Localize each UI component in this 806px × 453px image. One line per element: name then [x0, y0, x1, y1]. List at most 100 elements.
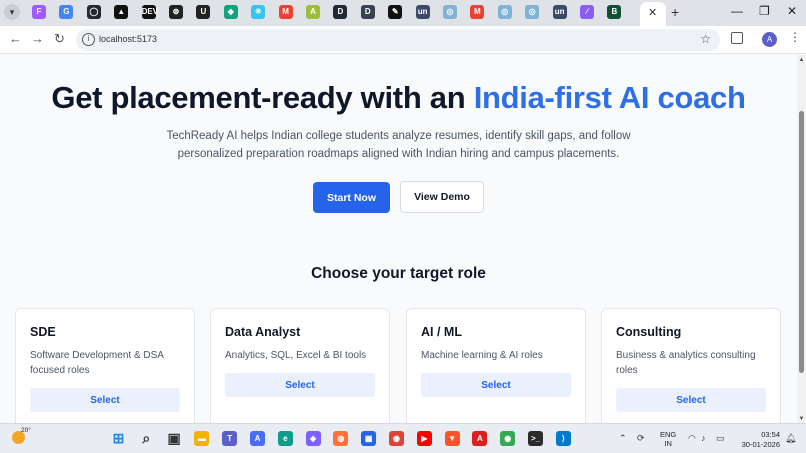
select-consulting-button[interactable]: Select — [616, 388, 766, 412]
role-card-description: Business & analytics consulting roles — [616, 350, 756, 376]
copilot-icon[interactable]: ◆ — [305, 431, 321, 446]
role-card-title: AI / ML — [421, 325, 462, 339]
role-card-ai-ml: AI / ML Machine learning & AI roles Sele… — [406, 308, 586, 423]
start-icon[interactable]: ⊞ — [111, 431, 126, 446]
clock-time: 03:54 — [761, 430, 780, 439]
roles-heading: Choose your target role — [311, 265, 486, 282]
sync-icon[interactable]: ⟳ — [637, 433, 645, 444]
pen-tab-favicon-icon[interactable]: ✎ — [388, 5, 403, 19]
back-icon[interactable]: ← — [9, 31, 22, 46]
store-icon[interactable]: ▦ — [361, 431, 377, 446]
google-tab-favicon-icon[interactable]: G — [59, 5, 74, 19]
chrome-icon[interactable]: ◉ — [389, 431, 404, 446]
dev-tab-favicon-icon[interactable]: DEV — [141, 5, 158, 19]
notion-tab-favicon-icon[interactable]: U — [196, 5, 211, 19]
acrobat-icon[interactable]: A — [472, 431, 488, 446]
hero-title-main: Get placement-ready with an — [51, 80, 466, 115]
role-card-title: Consulting — [616, 325, 682, 339]
role-card-description: Analytics, SQL, Excel & BI tools — [225, 350, 367, 361]
role-card-description: Machine learning & AI roles — [421, 350, 543, 361]
gmail-tab-favicon-icon[interactable]: M — [278, 5, 293, 19]
search-icon[interactable]: ⌕ — [139, 431, 154, 446]
close-tab-icon[interactable]: ✕ — [648, 6, 657, 19]
scrollbar-thumb[interactable] — [799, 111, 804, 373]
role-card-data-analyst: Data Analyst Analytics, SQL, Excel & BI … — [210, 308, 390, 423]
select-data-analyst-button[interactable]: Select — [225, 373, 375, 397]
page-content: Get placement-ready with an India-first … — [0, 55, 797, 423]
select-sde-button[interactable]: Select — [30, 388, 180, 412]
ai-tab-favicon-icon[interactable]: ∕ — [580, 5, 594, 19]
active-tab[interactable]: ✕ — [640, 2, 666, 26]
battery-icon[interactable]: ▭ — [716, 433, 725, 444]
file-explorer-icon[interactable]: ▬ — [194, 431, 210, 446]
page-scrollbar[interactable]: ▲ ▼ — [797, 55, 806, 423]
d-tab-favicon-icon[interactable]: D — [333, 5, 348, 19]
view-demo-button[interactable]: View Demo — [400, 181, 484, 213]
restore-button[interactable]: ❐ — [759, 4, 770, 18]
chrome-active-icon[interactable]: ◉ — [500, 431, 516, 446]
scroll-up-icon[interactable]: ▲ — [797, 57, 806, 63]
wifi-icon[interactable]: ◠ — [688, 433, 696, 444]
windows-taskbar: 20° ⊞ ⌕ ▣ ▬ T Ae ◆ ◍ ▦ ◉ ▶ ▼ A ◉ >_ ⟩ ⌃ ⟳ ENG IN ◠ ♪ ▭ … — [0, 423, 806, 453]
region-code: IN — [664, 439, 672, 448]
role-card-description: Software Development & DSA focused roles — [30, 350, 164, 376]
new-tab-button[interactable]: + — [671, 4, 679, 20]
poster-tab-favicon-icon[interactable]: A — [306, 5, 320, 19]
weather-temperature[interactable]: 20° — [21, 427, 31, 434]
notifications-icon[interactable]: 🔔︎ — [785, 433, 796, 444]
firefox-icon[interactable]: ◍ — [333, 431, 349, 446]
un2-tab-favicon-icon[interactable]: un — [552, 5, 567, 19]
browser-menu-icon[interactable]: ⋮ — [789, 30, 801, 44]
github-tab-favicon-icon[interactable]: ◯ — [86, 5, 101, 19]
gem-tab-favicon-icon[interactable]: ◆ — [223, 5, 238, 19]
browser-toolbar: ← → ↻ i localhost:5173 ☆ A ⋮ — [0, 26, 806, 54]
vercel-tab-favicon-icon[interactable]: ▲ — [114, 5, 129, 19]
hero-title-accent: India-first AI coach — [473, 80, 746, 115]
role-card-consulting: Consulting Business & analytics consulti… — [601, 308, 781, 423]
gmail2-tab-favicon-icon[interactable]: M — [470, 5, 485, 19]
select-ai-ml-button[interactable]: Select — [421, 373, 571, 397]
close-window-button[interactable]: ✕ — [787, 4, 797, 18]
hero-subtitle: TechReady AI helps Indian college studen… — [166, 130, 631, 160]
web3-tab-favicon-icon[interactable]: ◎ — [525, 5, 540, 19]
hero-title: Get placement-ready with an India-first … — [0, 80, 797, 116]
language-code: ENG — [660, 430, 677, 439]
task-view-icon[interactable]: ▣ — [167, 431, 182, 446]
volume-icon[interactable]: ♪ — [701, 433, 706, 443]
role-card-title: Data Analyst — [225, 325, 301, 339]
url-text[interactable]: localhost:5173 — [99, 34, 157, 44]
un-tab-favicon-icon[interactable]: un — [415, 5, 430, 19]
d2-tab-favicon-icon[interactable]: D — [360, 5, 375, 19]
teams-icon[interactable]: T — [222, 431, 238, 446]
forward-icon[interactable]: → — [31, 31, 44, 46]
tray-overflow-icon[interactable]: ⌃ — [619, 433, 627, 444]
openai-tab-favicon-icon[interactable]: ⊛ — [169, 5, 183, 19]
minimize-button[interactable]: — — [731, 4, 743, 18]
web2-tab-favicon-icon[interactable]: ◎ — [497, 5, 512, 19]
scroll-down-icon[interactable]: ▼ — [797, 416, 806, 422]
bookmark-star-icon[interactable]: ☆ — [700, 32, 711, 46]
reload-icon[interactable]: ↻ — [54, 31, 65, 47]
address-bar[interactable]: i localhost:5173 ☆ — [76, 29, 720, 51]
language-indicator[interactable]: ENG IN — [660, 430, 676, 448]
profile-avatar[interactable]: A — [762, 32, 777, 47]
system-clock[interactable]: 03:54 30-01-2026 — [740, 430, 780, 450]
b-tab-favicon-icon[interactable]: B — [607, 5, 622, 19]
tab-search-chevron-icon[interactable]: ▾ — [4, 4, 20, 20]
site-info-icon[interactable]: i — [82, 33, 95, 46]
vscode-icon[interactable]: ⟩ — [555, 431, 571, 446]
terminal-icon[interactable]: >_ — [528, 431, 543, 446]
clock-date: 30-01-2026 — [741, 440, 780, 449]
youtube-icon[interactable]: ▶ — [416, 431, 432, 446]
start-now-button[interactable]: Start Now — [313, 182, 390, 213]
role-card-sde: SDE Software Development & DSA focused r… — [15, 308, 195, 423]
extensions-icon[interactable] — [731, 32, 743, 44]
arc-icon[interactable]: A — [250, 431, 265, 446]
edge-icon[interactable]: e — [277, 431, 293, 446]
figma-tab-favicon-icon[interactable]: F — [32, 5, 46, 19]
slack-tab-favicon-icon[interactable]: ✳ — [251, 5, 266, 19]
brave-icon[interactable]: ▼ — [444, 431, 460, 446]
role-card-title: SDE — [30, 325, 56, 339]
web-tab-favicon-icon[interactable]: ◎ — [443, 5, 457, 19]
tab-bar: ▾ F G ◯ ▲ DEV ⊛ U ◆ ✳ M A D D ✎ un ◎ M ◎ ◎ un ∕ B ✕ + — ❐ ✕ — [0, 0, 806, 26]
